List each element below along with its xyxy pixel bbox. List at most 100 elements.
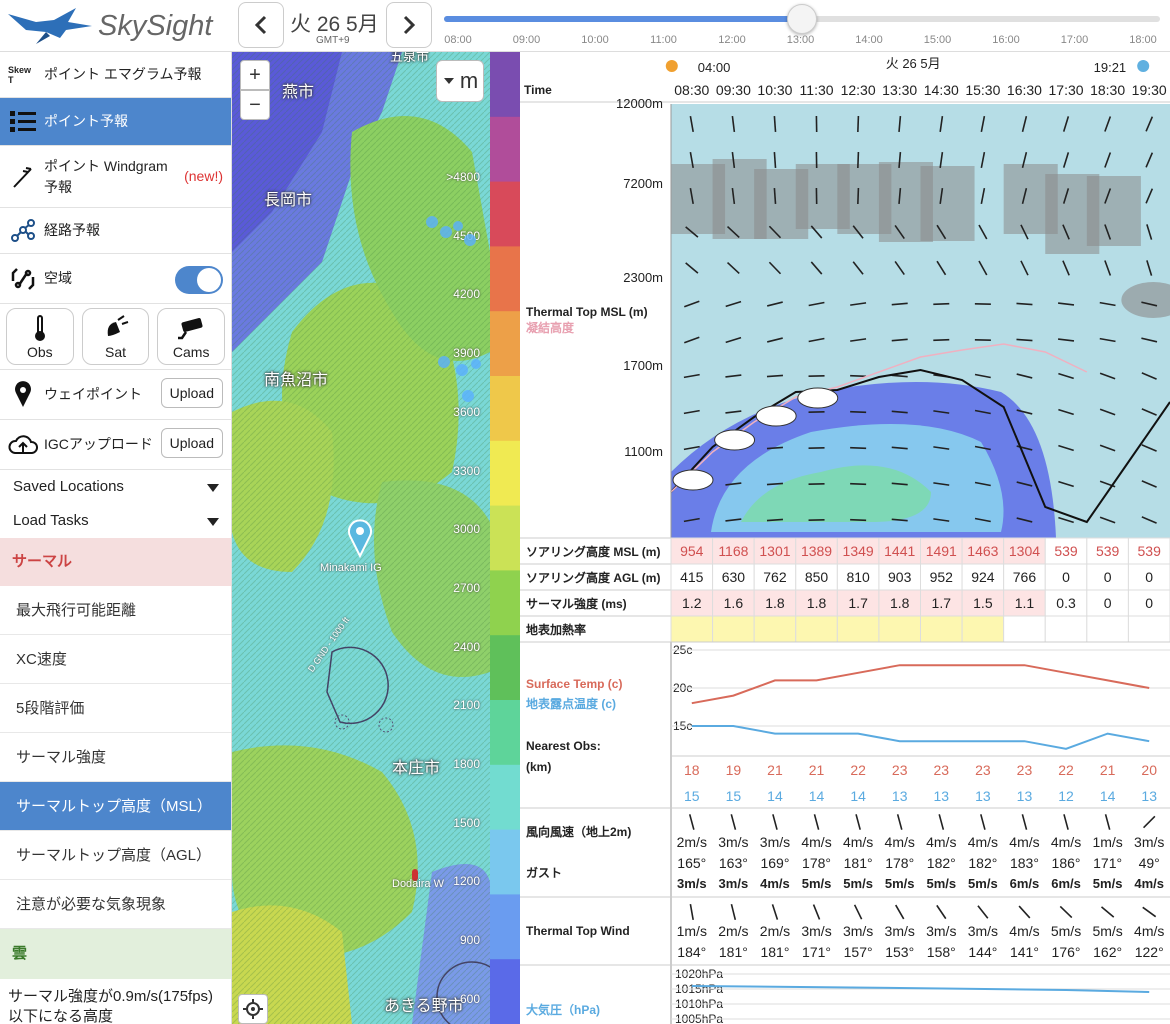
tt-wind-speed-value: 1m/s <box>677 923 707 939</box>
wind-speed-value: 3m/s <box>718 834 748 850</box>
load-tasks-dropdown[interactable]: Load Tasks <box>0 504 231 538</box>
wind-barb <box>812 904 821 920</box>
thermal-layer-item[interactable]: 最大飛行可能距離 <box>0 586 231 635</box>
timeline-tick: 10:00 <box>581 34 609 46</box>
windgram-icon <box>8 162 38 192</box>
menu-waypoint[interactable]: ウェイポイント Upload <box>0 370 231 420</box>
tt-wind-speed-value: 2m/s <box>718 923 748 939</box>
wind-barb <box>1059 905 1073 919</box>
row-label: ソアリング高度 AGL (m) <box>526 570 660 585</box>
saved-locations-dropdown[interactable]: Saved Locations <box>0 470 231 504</box>
table-value: 0 <box>1104 569 1112 585</box>
table-cell <box>712 615 755 643</box>
time-slider[interactable]: 08:00 09:00 10:00 11:00 12:00 13:00 14:00 15:00… <box>444 0 1170 52</box>
wind-barb <box>850 518 867 522</box>
current-date[interactable]: 火 26 5月 <box>290 8 379 38</box>
prev-day-button[interactable] <box>238 2 284 48</box>
time-column-label: 08:30 <box>674 82 709 98</box>
zoom-out-button[interactable]: − <box>240 90 270 120</box>
thermal-layer-item[interactable]: XC速度 <box>0 635 231 684</box>
wind-barb <box>1018 905 1031 919</box>
dewpoint-value: 12 <box>1058 788 1074 804</box>
location-pin-icon[interactable] <box>346 518 374 558</box>
map-view[interactable]: + − m 燕市 長岡市 南魚沼市 本庄市 あきる野市 五泉市 Minakami… <box>232 52 490 1024</box>
logo[interactable]: SkySight <box>6 4 234 48</box>
menu-igc-upload[interactable]: IGCアップロード Upload <box>0 420 231 470</box>
thermal-layer-item[interactable]: 5段階評価 <box>0 684 231 733</box>
wind-speed-value: 3m/s <box>760 834 790 850</box>
waypoint-upload-button[interactable]: Upload <box>160 378 223 408</box>
toggle-knob <box>197 268 221 292</box>
sat-button[interactable]: Sat <box>81 308 150 365</box>
cloud-section-header[interactable]: 雲 <box>0 929 231 979</box>
zoom-in-button[interactable]: + <box>240 60 270 90</box>
sunrise-icon <box>665 60 678 72</box>
tt-wind-direction-value: 162° <box>1093 944 1122 960</box>
row-label: 地表加熱率 <box>526 622 586 637</box>
surface-temp-value: 21 <box>767 762 783 778</box>
dewpoint-value: 14 <box>1100 788 1116 804</box>
menu-point-forecast[interactable]: ポイント予報 <box>0 98 231 146</box>
scale-tick-label: 1200 <box>453 874 480 889</box>
scale-swatch <box>490 116 520 183</box>
surface-temp-label: Surface Temp (c) <box>526 677 622 691</box>
thermal-layer-item[interactable]: サーマルトップ高度（AGL） <box>0 831 231 880</box>
timeline-tick: 16:00 <box>992 34 1020 46</box>
airspace-toggle[interactable] <box>175 266 223 294</box>
wind-direction-value: 182° <box>927 855 956 871</box>
bird-logo-icon <box>8 8 92 44</box>
table-value: 0 <box>1104 595 1112 611</box>
tt-wind-direction-value: 157° <box>844 944 873 960</box>
thermal-layer-item[interactable]: サーマルトップ高度（MSL） <box>0 782 231 831</box>
tt-wind-speed-value: 3m/s <box>801 923 831 939</box>
time-slider-handle[interactable] <box>787 4 817 34</box>
thermal-section-header[interactable]: サーマル <box>0 538 231 586</box>
scale-swatch <box>490 181 520 248</box>
table-value: 1301 <box>759 543 790 559</box>
cams-button[interactable]: Cams <box>157 308 226 365</box>
surface-temp-value: 20 <box>1141 762 1157 778</box>
scale-tick-label: 4200 <box>453 287 480 302</box>
scale-tick-label: 600 <box>459 991 480 1006</box>
menu-airspace[interactable]: 空域 <box>0 254 231 304</box>
scale-tick-label: 1800 <box>453 757 480 771</box>
next-day-button[interactable] <box>386 2 432 48</box>
scale-tick-label: 2400 <box>453 639 480 654</box>
obs-button[interactable]: Obs <box>6 308 74 365</box>
thermal-layer-item[interactable]: サーマル強度 <box>0 733 231 782</box>
quick-buttons: Obs Sat Cams <box>0 304 231 370</box>
table-value: 630 <box>722 569 746 585</box>
color-scale-bar <box>490 52 520 1024</box>
wind-barb <box>857 187 860 205</box>
wind-barb <box>850 410 867 414</box>
tt-wind-direction-value: 144° <box>968 944 997 960</box>
wind-direction-value: 163° <box>719 855 748 871</box>
time-column-label: 13:30 <box>882 82 917 98</box>
wind-barb <box>933 338 950 342</box>
menu-point-windgram[interactable]: ポイント Windgram 予報 (new!) <box>0 146 231 208</box>
unit-toggle-button[interactable]: m <box>436 60 484 102</box>
forecast-date: 火 26 5月 <box>886 56 941 71</box>
wind-barb <box>773 187 777 205</box>
table-value: 415 <box>680 569 704 585</box>
table-cell <box>878 615 921 643</box>
igc-upload-button[interactable]: Upload <box>160 428 223 458</box>
menu-route-forecast[interactable]: 経路予報 <box>0 208 231 254</box>
tt-wind-speed-value: 3m/s <box>968 923 998 939</box>
dewpoint-value: 13 <box>1017 788 1033 804</box>
wind-barb <box>766 446 783 450</box>
menu-point-emagram[interactable]: Skew T ポイント エマグラム予報 <box>0 52 231 98</box>
sunrise-time: 04:00 <box>698 60 731 75</box>
table-value: 1.8 <box>807 595 827 611</box>
table-value: 766 <box>1013 569 1037 585</box>
new-badge: (new!) <box>184 168 223 184</box>
time-column-label: 11:30 <box>800 82 834 98</box>
scale-swatch <box>490 635 520 701</box>
dewpoint-value: 15 <box>684 788 700 804</box>
cloud-cluster-icon <box>438 356 481 402</box>
timeline-tick: 11:00 <box>650 34 677 46</box>
gust-value: 6m/s <box>1051 876 1081 891</box>
locate-button[interactable] <box>238 994 268 1024</box>
thermal-layer-item[interactable]: 注意が必要な気象現象 <box>0 880 231 929</box>
dewpoint-label: 地表露点温度 (c) <box>526 696 616 711</box>
